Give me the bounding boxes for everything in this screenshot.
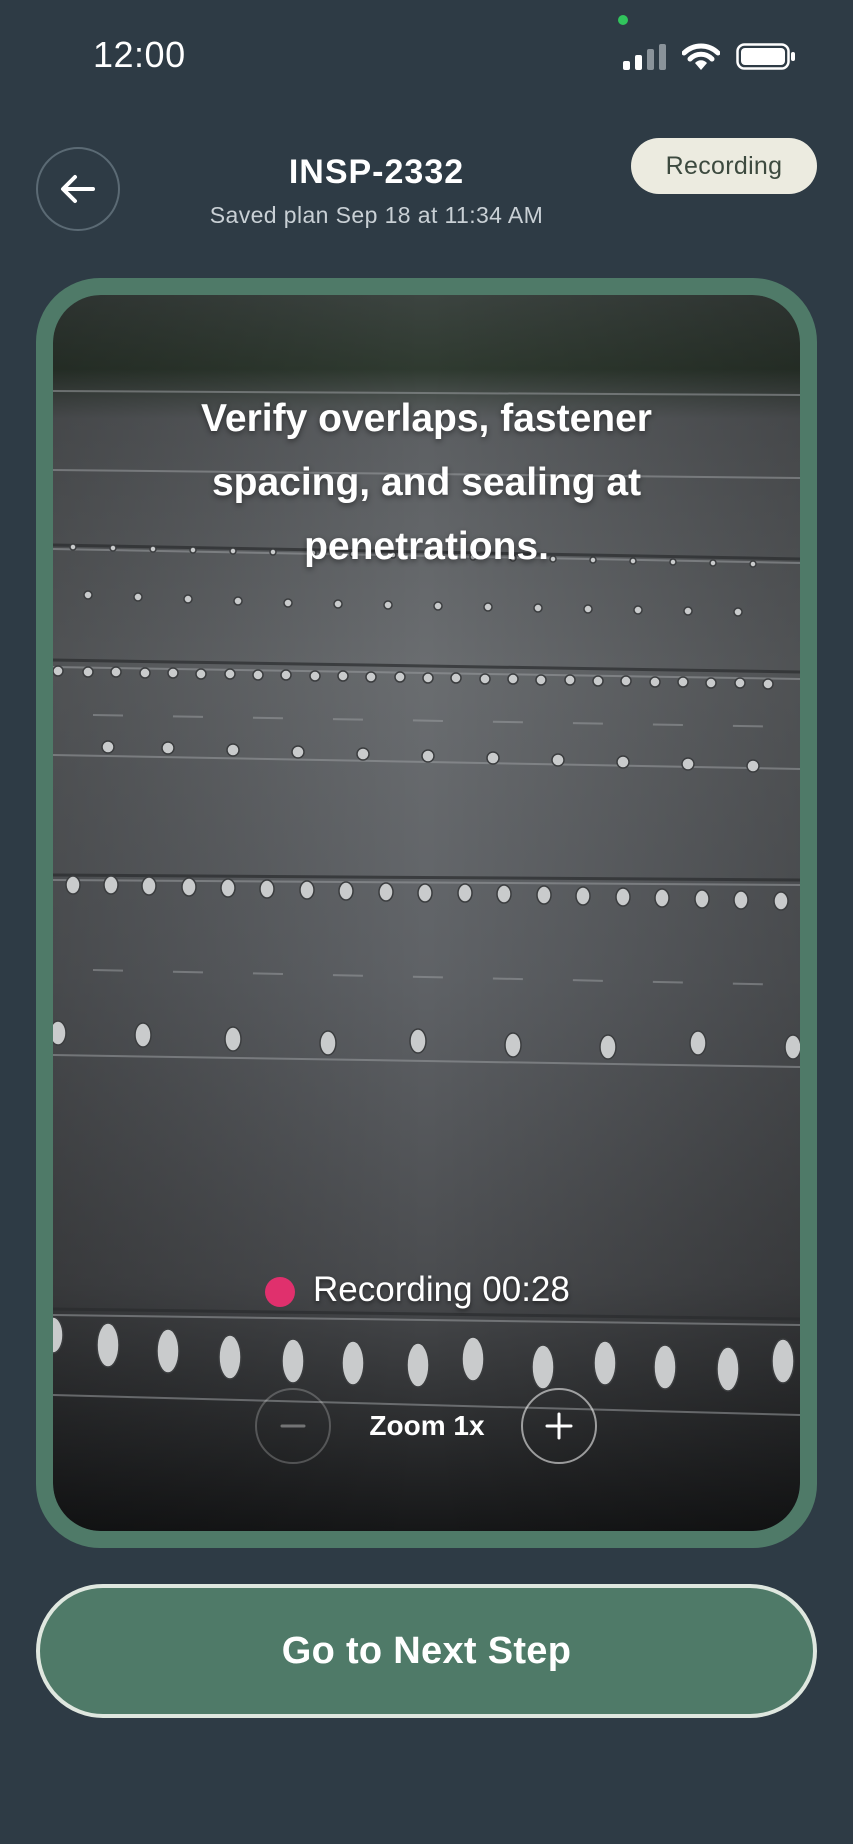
minus-icon: [280, 1424, 306, 1428]
zoom-level-label: Zoom 1x: [369, 1410, 485, 1441]
inspection-instruction: Verify overlaps, fastener spacing, and s…: [201, 397, 652, 568]
wifi-icon: [682, 43, 720, 70]
recording-status-badge: Recording: [631, 138, 817, 194]
next-step-button[interactable]: Go to Next Step: [36, 1584, 817, 1718]
camera-viewfinder: Verify overlaps, fastener spacing, and s…: [53, 295, 800, 1531]
signal-icon: [623, 44, 666, 70]
status-bar: 12:00: [0, 0, 853, 100]
plus-icon: [545, 1412, 573, 1440]
battery-icon: [736, 43, 795, 70]
recording-indicator-dot: [265, 1277, 295, 1307]
camera-preview-frame: Verify overlaps, fastener spacing, and s…: [36, 278, 817, 1548]
status-time: 12:00: [93, 34, 186, 75]
saved-plan-subtitle: Saved plan Sep 18 at 11:34 AM: [209, 202, 544, 228]
recording-timer: Recording 00:28: [313, 1270, 570, 1309]
zoom-in-button[interactable]: [521, 1388, 597, 1464]
zoom-out-button[interactable]: [255, 1388, 331, 1464]
camera-active-dot: [618, 15, 628, 25]
